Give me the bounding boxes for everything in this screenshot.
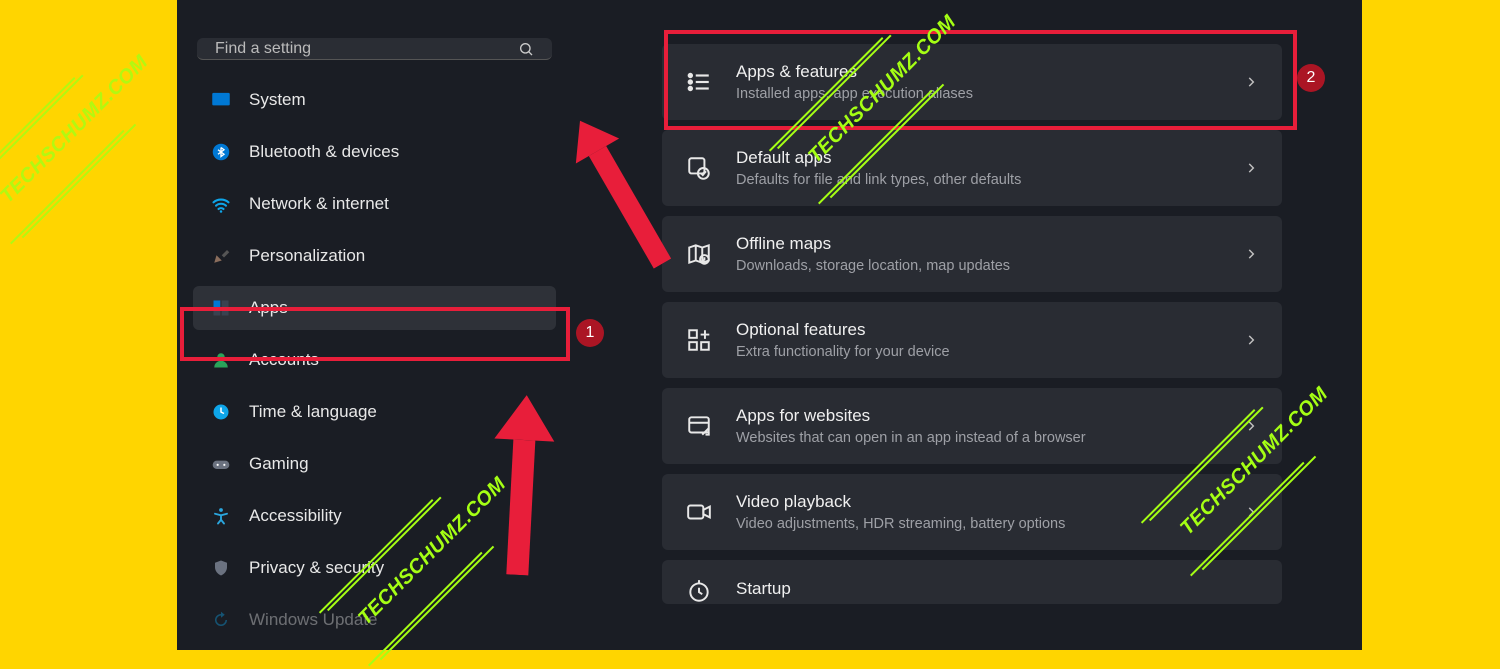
list-icon [686,69,712,95]
search-box[interactable] [197,38,552,60]
sidebar-item-network[interactable]: Network & internet [193,182,556,226]
map-icon [686,241,712,267]
watermark: TECHSCHUMZ.COM [0,51,153,208]
sidebar-item-label: Accessibility [249,506,342,526]
system-icon [211,90,231,110]
sidebar-item-privacy-security[interactable]: Privacy & security [193,546,556,590]
card-subtitle: Installed apps, app execution aliases [736,86,1220,102]
card-text: Startup [736,579,1258,603]
sidebar-item-label: Time & language [249,402,377,422]
card-title: Video playback [736,492,1220,512]
sidebar-item-apps[interactable]: Apps [193,286,556,330]
chevron-right-icon [1244,161,1258,175]
default-apps-icon [686,155,712,181]
sidebar-item-time-language[interactable]: Time & language [193,390,556,434]
chevron-right-icon [1244,75,1258,89]
card-default-apps[interactable]: Default apps Defaults for file and link … [662,130,1282,206]
sidebar-item-label: Apps [249,298,288,318]
sidebar-item-windows-update[interactable]: Windows Update [193,598,556,642]
card-text: Apps for websites Websites that can open… [736,406,1220,446]
card-text: Optional features Extra functionality fo… [736,320,1220,360]
sidebar-item-bluetooth[interactable]: Bluetooth & devices [193,130,556,174]
card-text: Default apps Defaults for file and link … [736,148,1220,188]
gaming-icon [211,454,231,474]
accessibility-icon [211,506,231,526]
card-subtitle: Websites that can open in an app instead… [736,430,1220,446]
startup-icon [686,578,712,604]
search-icon [518,41,534,57]
sidebar: System Bluetooth & devices Network & int… [177,0,572,650]
accounts-icon [211,350,231,370]
sidebar-item-label: Gaming [249,454,309,474]
sidebar-item-label: System [249,90,306,110]
card-subtitle: Video adjustments, HDR streaming, batter… [736,516,1220,532]
network-icon [211,194,231,214]
chevron-right-icon [1244,333,1258,347]
personalization-icon [211,246,231,266]
sidebar-item-accounts[interactable]: Accounts [193,338,556,382]
card-video-playback[interactable]: Video playback Video adjustments, HDR st… [662,474,1282,550]
sidebar-item-accessibility[interactable]: Accessibility [193,494,556,538]
card-text: Video playback Video adjustments, HDR st… [736,492,1220,532]
card-title: Apps for websites [736,406,1220,426]
annotation-badge-1: 1 [576,319,604,347]
apps-websites-icon [686,413,712,439]
optional-features-icon [686,327,712,353]
annotation-badge-2: 2 [1297,64,1325,92]
card-subtitle: Defaults for file and link types, other … [736,172,1220,188]
card-offline-maps[interactable]: Offline maps Downloads, storage location… [662,216,1282,292]
sidebar-item-label: Windows Update [249,610,378,630]
card-title: Default apps [736,148,1220,168]
sidebar-item-system[interactable]: System [193,78,556,122]
card-title: Offline maps [736,234,1220,254]
apps-icon [211,298,231,318]
update-icon [211,610,231,630]
sidebar-item-personalization[interactable]: Personalization [193,234,556,278]
card-optional-features[interactable]: Optional features Extra functionality fo… [662,302,1282,378]
chevron-right-icon [1244,247,1258,261]
sidebar-item-label: Accounts [249,350,319,370]
card-title: Startup [736,579,1258,599]
chevron-right-icon [1244,419,1258,433]
search-input[interactable] [215,40,502,58]
card-title: Optional features [736,320,1220,340]
settings-window: System Bluetooth & devices Network & int… [177,0,1362,650]
card-title: Apps & features [736,62,1220,82]
card-subtitle: Downloads, storage location, map updates [736,258,1220,274]
chevron-right-icon [1244,505,1258,519]
time-language-icon [211,402,231,422]
content-area: Apps & features Installed apps, app exec… [572,0,1362,650]
card-apps-for-websites[interactable]: Apps for websites Websites that can open… [662,388,1282,464]
card-startup[interactable]: Startup [662,560,1282,604]
video-icon [686,499,712,525]
card-apps-features[interactable]: Apps & features Installed apps, app exec… [662,44,1282,120]
card-text: Offline maps Downloads, storage location… [736,234,1220,274]
sidebar-item-label: Network & internet [249,194,389,214]
sidebar-item-label: Privacy & security [249,558,384,578]
privacy-icon [211,558,231,578]
bluetooth-icon [211,142,231,162]
sidebar-item-gaming[interactable]: Gaming [193,442,556,486]
card-text: Apps & features Installed apps, app exec… [736,62,1220,102]
sidebar-item-label: Bluetooth & devices [249,142,399,162]
card-subtitle: Extra functionality for your device [736,344,1220,360]
sidebar-item-label: Personalization [249,246,365,266]
